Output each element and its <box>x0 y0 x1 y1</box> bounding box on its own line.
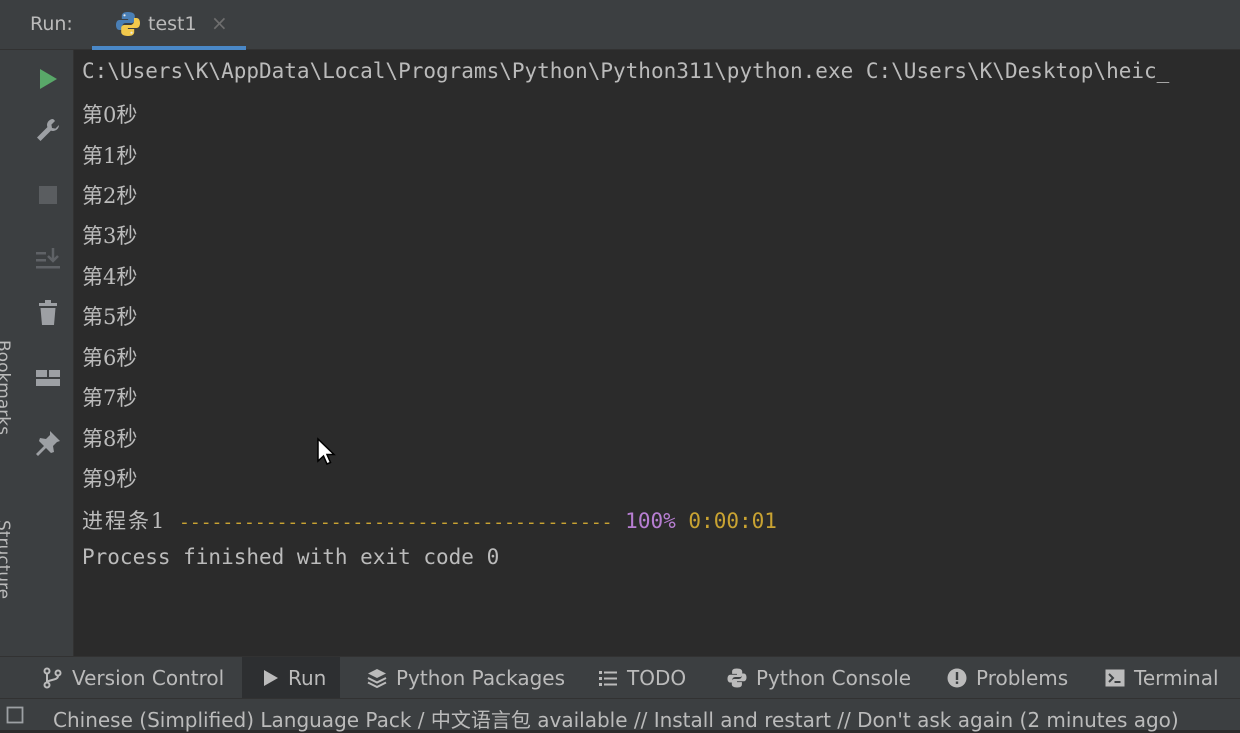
progress-percent: 100% <box>625 509 676 533</box>
run-tool-window-header: Run: test1 × <box>0 0 1240 50</box>
rerun-icon[interactable] <box>33 64 63 94</box>
play-icon <box>264 670 278 686</box>
output-line: 第2秒 <box>82 184 138 208</box>
progress-label: 进程条1 <box>82 509 167 533</box>
branch-icon <box>43 667 62 689</box>
output-line: 第8秒 <box>82 427 138 451</box>
scroll-to-end-icon[interactable] <box>33 244 63 274</box>
progress-line: 进程条1 -----------------------------------… <box>82 505 777 535</box>
tab-terminal[interactable]: Terminal <box>1104 657 1234 699</box>
tab-todo[interactable]: TODO <box>597 657 697 699</box>
progress-elapsed: 0:00:01 <box>688 509 777 533</box>
close-tab-icon[interactable]: × <box>211 11 228 35</box>
pin-icon[interactable] <box>33 428 63 458</box>
wrench-icon[interactable] <box>33 115 63 145</box>
tab-label: Python Packages <box>396 666 566 690</box>
output-line: 第5秒 <box>82 305 138 329</box>
trash-icon[interactable] <box>33 298 63 328</box>
exit-message: Process finished with exit code 0 <box>82 545 500 569</box>
tab-python-console[interactable]: Python Console <box>726 657 916 699</box>
output-line: 第9秒 <box>82 467 138 491</box>
structure-tab[interactable]: Structure <box>0 520 13 599</box>
bottom-tool-window-bar: Version Control Run Python Packages TODO… <box>0 656 1240 699</box>
tab-label: Problems <box>976 666 1069 690</box>
progress-bar: ---------------------------------------- <box>179 512 613 533</box>
command-line: C:\Users\K\AppData\Local\Programs\Python… <box>82 59 1170 83</box>
tab-label: Run <box>288 666 327 690</box>
run-label: Run: <box>30 13 73 35</box>
status-message[interactable]: Chinese (Simplified) Language Pack / 中文语… <box>53 704 1179 733</box>
side-tool-stripe: Bookmarks Structure <box>0 50 14 656</box>
python-icon <box>116 12 140 36</box>
alert-icon <box>947 668 967 688</box>
console-output[interactable]: C:\Users\K\AppData\Local\Programs\Python… <box>74 50 1240 656</box>
mouse-cursor-icon <box>317 437 336 465</box>
output-line: 第4秒 <box>82 265 138 289</box>
terminal-icon <box>1105 669 1125 687</box>
tab-python-packages[interactable]: Python Packages <box>366 657 566 699</box>
stop-icon[interactable] <box>33 180 63 210</box>
layers-icon <box>367 669 387 689</box>
output-line: 第0秒 <box>82 103 138 127</box>
tab-problems[interactable]: Problems <box>946 657 1076 699</box>
tab-label: TODO <box>627 666 687 690</box>
tab-run[interactable]: Run <box>242 657 340 699</box>
layout-icon[interactable] <box>33 363 63 393</box>
tab-label: Version Control <box>72 666 225 690</box>
tab-test1[interactable]: test1 × <box>92 0 246 50</box>
tab-version-control[interactable]: Version Control <box>42 657 232 699</box>
tab-title: test1 <box>148 13 197 35</box>
tab-label: Terminal <box>1134 666 1219 690</box>
output-line: 第7秒 <box>82 386 138 410</box>
output-line: 第6秒 <box>82 346 138 370</box>
tab-label: Python Console <box>756 666 912 690</box>
list-icon <box>599 671 617 686</box>
output-line: 第1秒 <box>82 144 138 168</box>
output-line: 第3秒 <box>82 224 138 248</box>
python-console-icon <box>727 668 747 688</box>
status-bar: Chinese (Simplified) Language Pack / 中文语… <box>0 698 1240 733</box>
square-icon[interactable] <box>6 706 24 724</box>
bookmarks-tab[interactable]: Bookmarks <box>0 340 13 435</box>
